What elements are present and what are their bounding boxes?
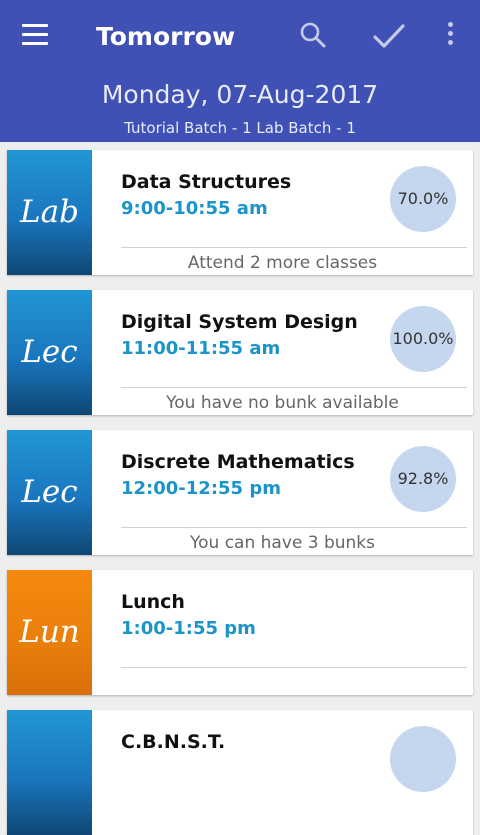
class-type-tag: Lun — [7, 570, 92, 695]
subject-name: Lunch — [121, 591, 185, 613]
attendance-percent — [390, 726, 456, 792]
subject-name: Data Structures — [121, 171, 292, 193]
more-options-icon[interactable] — [440, 22, 460, 50]
attendance-note: You can have 3 bunks — [189, 533, 376, 553]
divider — [121, 527, 467, 528]
page-title: Tomorrow — [96, 22, 236, 51]
class-type-tag: Lab — [7, 150, 92, 275]
attendance-percent: 100.0% — [390, 306, 456, 372]
divider — [121, 387, 467, 388]
class-card[interactable]: C.B.N.S.T. — [7, 710, 473, 835]
class-card[interactable]: Lec Discrete Mathematics 12:00-12:55 pm … — [7, 430, 473, 555]
class-time: 11:00-11:55 am — [121, 338, 281, 359]
class-time: 9:00-10:55 am — [121, 198, 268, 219]
subject-name: C.B.N.S.T. — [121, 731, 226, 753]
class-time: 1:00-1:55 pm — [121, 618, 256, 639]
class-card[interactable]: Lun Lunch 1:00-1:55 pm — [7, 570, 473, 695]
class-card[interactable]: Lab Data Structures 9:00-10:55 am 70.0% … — [7, 150, 473, 275]
class-type-tag: Lec — [7, 290, 92, 415]
attendance-note: Attend 2 more classes — [187, 253, 378, 273]
check-icon[interactable] — [372, 20, 406, 52]
divider — [121, 247, 467, 248]
class-card[interactable]: Lec Digital System Design 11:00-11:55 am… — [7, 290, 473, 415]
date-label: Monday, 07-Aug-2017 — [101, 80, 379, 109]
attendance-percent: 92.8% — [390, 446, 456, 512]
class-type-tag — [7, 710, 92, 835]
menu-icon[interactable] — [22, 24, 48, 46]
subject-name: Digital System Design — [121, 311, 358, 333]
subject-name: Discrete Mathematics — [121, 451, 355, 473]
batch-label: Tutorial Batch - 1 Lab Batch - 1 — [124, 119, 356, 137]
divider — [121, 667, 467, 668]
app-bar: Tomorrow Monday, 07-Aug-2017 Tutorial Ba… — [0, 0, 480, 142]
search-icon[interactable] — [298, 20, 328, 50]
attendance-note: You have no bunk available — [166, 393, 399, 413]
class-type-tag: Lec — [7, 430, 92, 555]
class-time: 12:00-12:55 pm — [121, 478, 281, 499]
attendance-percent: 70.0% — [390, 166, 456, 232]
